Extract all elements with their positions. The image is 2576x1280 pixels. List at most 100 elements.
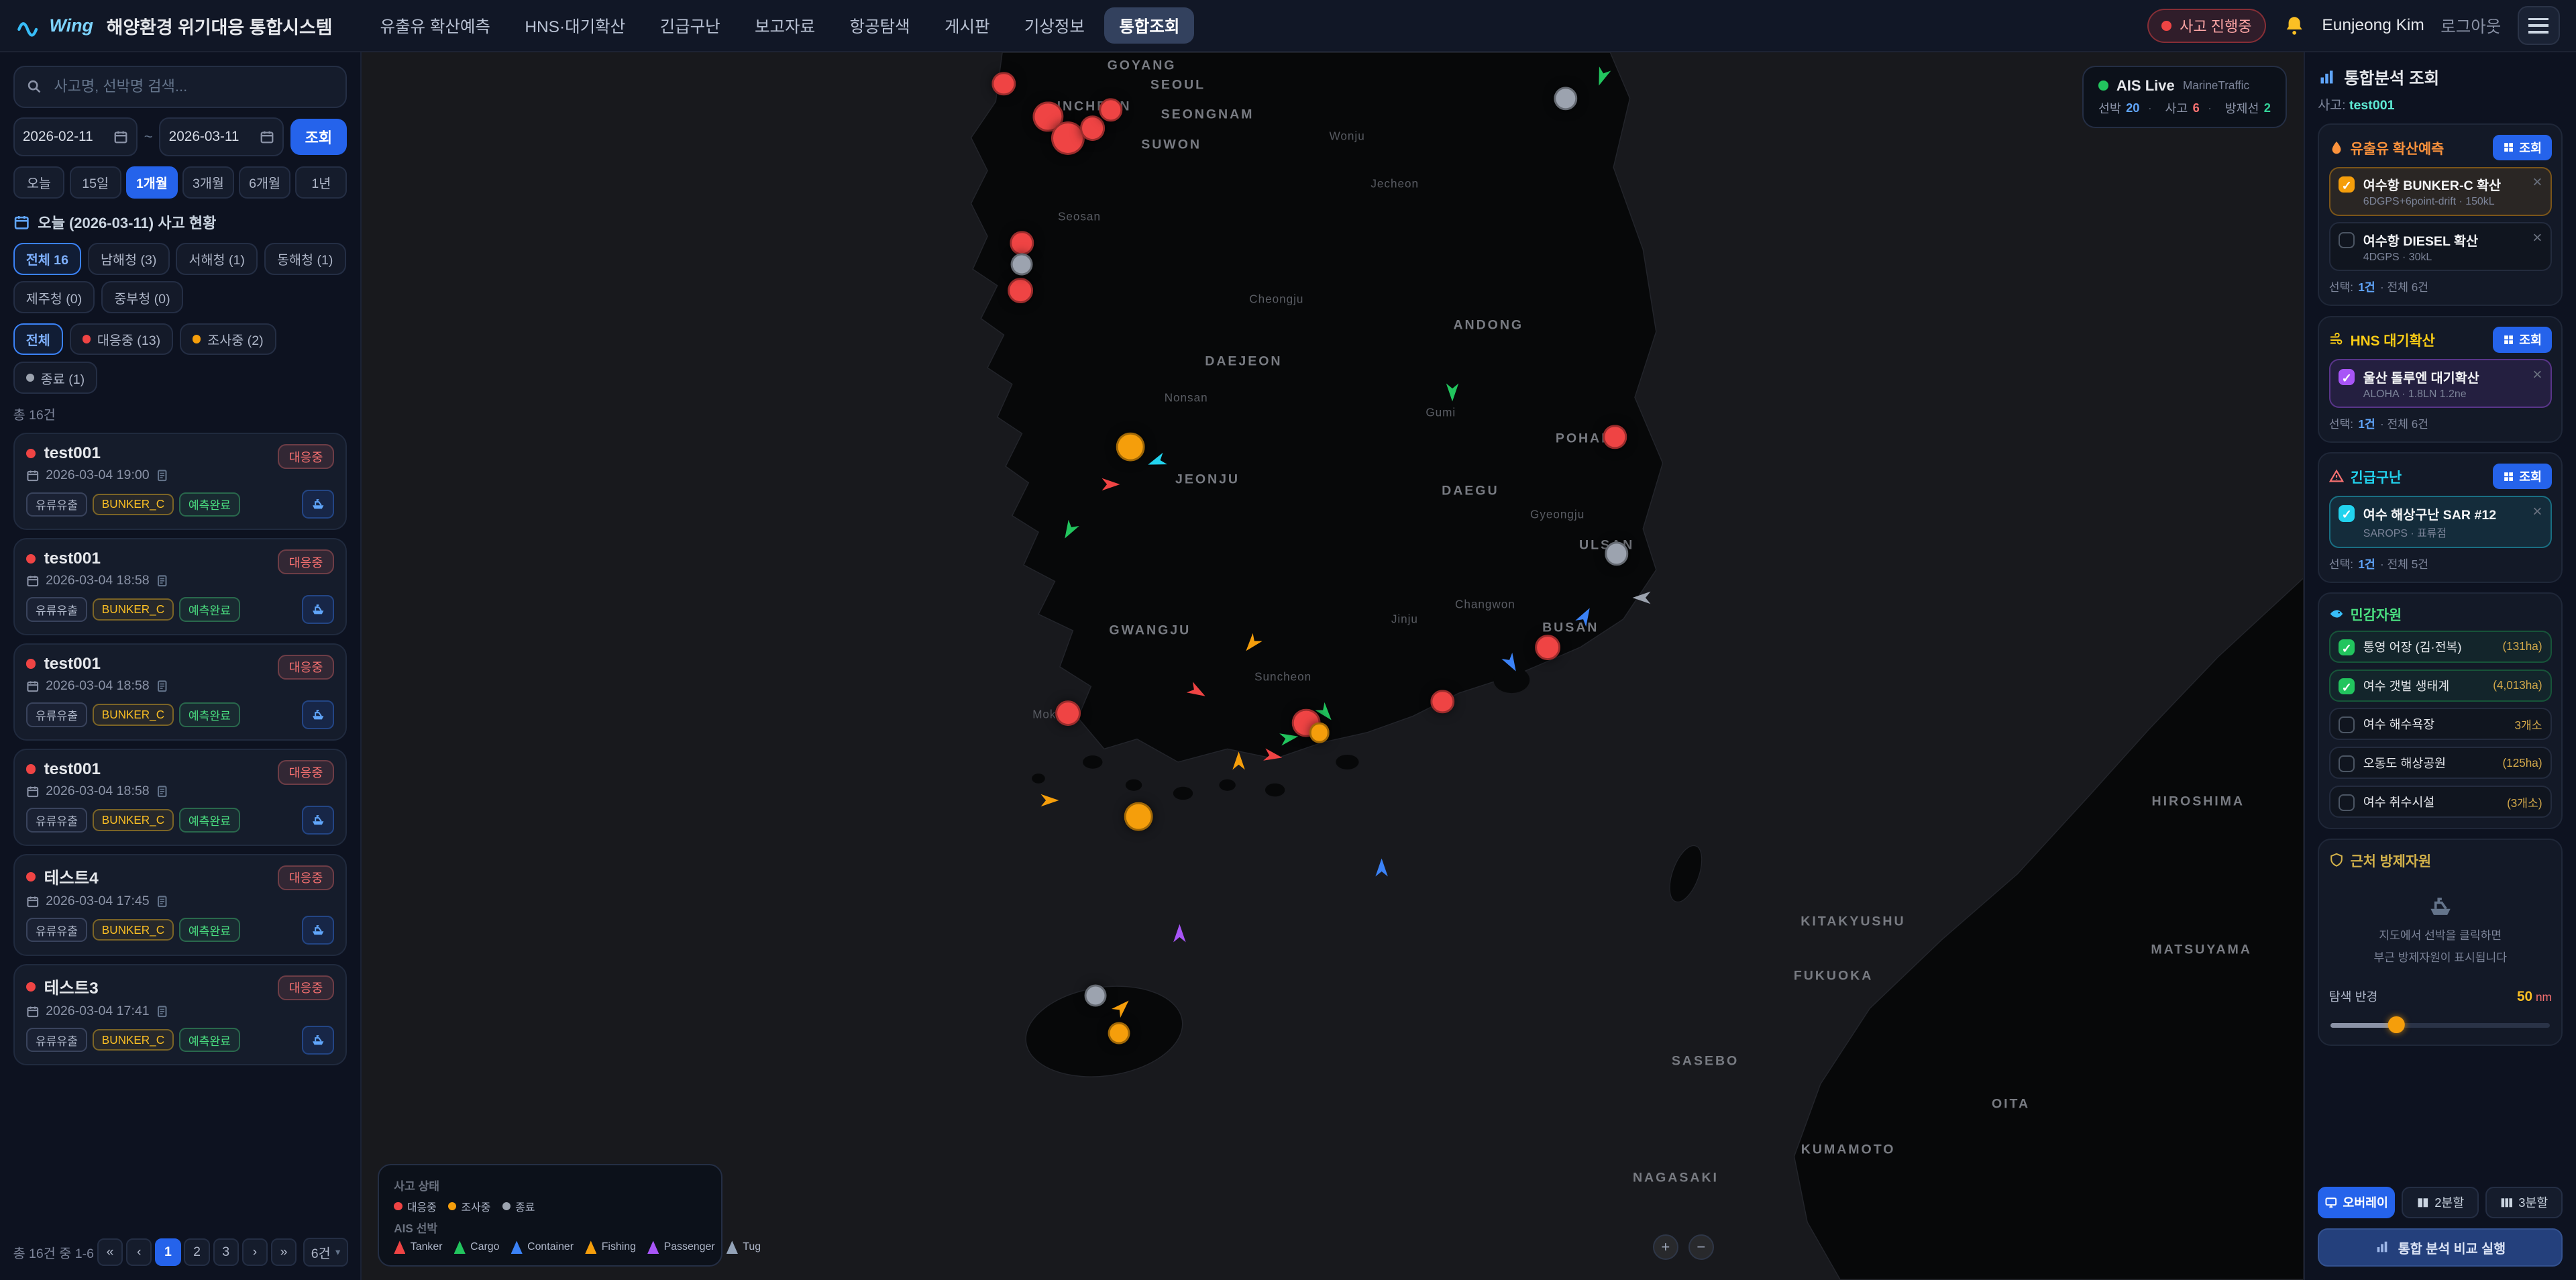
date-to-input[interactable]: 2026-03-11 [159, 117, 283, 156]
view-split2-button[interactable]: 2분할 [2402, 1187, 2479, 1218]
radius-slider[interactable] [2330, 1016, 2550, 1032]
next-page-button[interactable]: › [242, 1238, 268, 1266]
incident-card[interactable]: 대응중 test001 2026-03-04 18:58 [13, 643, 347, 741]
view-on-map-button[interactable] [302, 700, 334, 729]
region-chip[interactable]: 중부청 (0) [101, 281, 183, 313]
report-icon [156, 574, 169, 588]
incident-marker[interactable] [1116, 433, 1145, 462]
nav-item[interactable]: 통합조회 [1104, 7, 1194, 44]
quick-range-button[interactable]: 오늘 [13, 166, 65, 199]
quick-range-button[interactable]: 1년 [295, 166, 347, 199]
status-chip[interactable]: 조사중 (2) [180, 323, 276, 356]
status-chip[interactable]: 종료 (1) [13, 362, 98, 394]
nav-item[interactable]: 긴급구난 [645, 7, 735, 44]
nav-item[interactable]: 항공탐색 [835, 7, 924, 44]
bell-icon[interactable] [2283, 14, 2306, 37]
remove-scenario-button[interactable]: × [2532, 230, 2542, 246]
first-page-button[interactable]: « [97, 1238, 123, 1266]
incident-marker[interactable] [1124, 802, 1153, 831]
scenario-checkbox[interactable] [2339, 232, 2355, 248]
scenario-checkbox[interactable] [2339, 369, 2355, 385]
nav-item[interactable]: 유출유 확산예측 [365, 7, 504, 44]
page-number-button[interactable]: 3 [213, 1238, 239, 1266]
status-chip[interactable]: 전체 [13, 323, 63, 356]
page-number-button[interactable]: 1 [155, 1238, 180, 1266]
nav-item[interactable]: HNS·대기확산 [510, 7, 640, 44]
resource-checkbox[interactable] [2339, 755, 2355, 771]
incident-active-badge[interactable]: 사고 진행중 [2147, 9, 2267, 43]
resource-item[interactable]: 여수 취수시설 (3개소) [2329, 786, 2552, 818]
sar-query-button[interactable]: 조회 [2493, 464, 2552, 489]
resource-checkbox[interactable] [2339, 716, 2355, 733]
search-input[interactable] [50, 76, 334, 97]
incident-marker[interactable] [1055, 700, 1081, 726]
resource-checkbox[interactable] [2339, 639, 2355, 655]
nav-item[interactable]: 보고자료 [740, 7, 830, 44]
page-size-select[interactable]: 6건 ▾ [303, 1238, 348, 1267]
view-split3-button[interactable]: 3분할 [2485, 1187, 2563, 1218]
last-page-button[interactable]: » [271, 1238, 297, 1266]
oil-spill-query-button[interactable]: 조회 [2493, 135, 2552, 160]
logout-button[interactable]: 로그아웃 [2440, 14, 2501, 38]
hamburger-menu-button[interactable] [2518, 6, 2560, 45]
total-count-label: 총 16건 [13, 404, 347, 423]
incident-marker[interactable] [1085, 985, 1107, 1007]
resource-checkbox[interactable] [2339, 794, 2355, 810]
region-chip[interactable]: 서해청 (1) [176, 243, 258, 275]
region-chip[interactable]: 동해청 (1) [264, 243, 346, 275]
date-query-button[interactable]: 조회 [290, 119, 347, 155]
incident-marker[interactable] [1011, 254, 1033, 276]
resource-item[interactable]: 통영 어장 (김·전복) (131ha) [2329, 631, 2552, 663]
run-comparison-button[interactable]: 통합 분석 비교 실행 [2318, 1228, 2563, 1267]
scenario-item[interactable]: 울산 톨루엔 대기확산 ALOHA · 1.8LN 1.2ne × [2329, 359, 2552, 408]
incident-marker[interactable] [1080, 115, 1106, 141]
date-from-input[interactable]: 2026-02-11 [13, 117, 138, 156]
resource-item[interactable]: 여수 갯벌 생태계 (4,013ha) [2329, 670, 2552, 702]
view-on-map-button[interactable] [302, 1026, 334, 1055]
remove-scenario-button[interactable]: × [2532, 504, 2542, 520]
scenario-item[interactable]: 여수항 BUNKER-C 확산 6DGPS+6point-drift · 150… [2329, 167, 2552, 216]
map-canvas[interactable]: GOYANGSEOULINCHEONSEONGNAMSUWONWonjuJech… [362, 52, 2304, 1279]
prev-page-button[interactable]: ‹ [126, 1238, 152, 1266]
region-chip[interactable]: 남해청 (3) [88, 243, 170, 275]
incident-card[interactable]: 대응중 test001 2026-03-04 19:00 [13, 433, 347, 530]
incident-marker[interactable] [1008, 278, 1033, 304]
view-on-map-button[interactable] [302, 595, 334, 624]
resource-checkbox[interactable] [2339, 678, 2355, 694]
zoom-in-button[interactable]: + [1653, 1234, 1678, 1260]
view-on-map-button[interactable] [302, 490, 334, 519]
legend-incident-item: 조사중 [448, 1199, 490, 1214]
region-chip[interactable]: 제주청 (0) [13, 281, 95, 313]
scenario-item[interactable]: 여수 해상구난 SAR #12 SAROPS · 표류점 × [2329, 496, 2552, 548]
scenario-checkbox[interactable] [2339, 176, 2355, 193]
incident-card[interactable]: 대응중 test001 2026-03-04 18:58 [13, 538, 347, 635]
nav-item[interactable]: 기상정보 [1010, 7, 1099, 44]
page-number-button[interactable]: 2 [184, 1238, 209, 1266]
remove-scenario-button[interactable]: × [2532, 367, 2542, 383]
view-overlay-button[interactable]: 오버레이 [2318, 1187, 2395, 1218]
quick-range-button[interactable]: 6개월 [239, 166, 290, 199]
scenario-item[interactable]: 여수항 DIESEL 확산 4DGPS · 30kL × [2329, 222, 2552, 271]
view-on-map-button[interactable] [302, 806, 334, 835]
slider-fill [2330, 1023, 2396, 1028]
nav-item[interactable]: 게시판 [930, 7, 1005, 44]
incident-card[interactable]: 대응중 테스트3 2026-03-04 17:41 [13, 964, 347, 1066]
incident-marker[interactable] [1108, 1022, 1130, 1045]
quick-range-button[interactable]: 1개월 [126, 166, 178, 199]
quick-range-button[interactable]: 3개월 [182, 166, 234, 199]
region-chip[interactable]: 전체 16 [13, 243, 82, 275]
hns-query-button[interactable]: 조회 [2493, 327, 2552, 352]
status-chip[interactable]: 대응중 (13) [70, 323, 174, 356]
view-on-map-button[interactable] [302, 916, 334, 945]
scenario-checkbox[interactable] [2339, 505, 2355, 521]
resource-item[interactable]: 오동도 해상공원 (125ha) [2329, 747, 2552, 779]
resource-count: (4,013ha) [2493, 678, 2542, 692]
incident-card[interactable]: 대응중 테스트4 2026-03-04 17:45 [13, 854, 347, 956]
incident-card[interactable]: 대응중 test001 2026-03-04 18:58 [13, 749, 347, 846]
incident-marker[interactable] [1535, 635, 1560, 660]
slider-thumb[interactable] [2388, 1016, 2404, 1032]
zoom-out-button[interactable]: − [1688, 1234, 1714, 1260]
resource-item[interactable]: 여수 해수욕장 3개소 [2329, 708, 2552, 740]
remove-scenario-button[interactable]: × [2532, 174, 2542, 191]
quick-range-button[interactable]: 15일 [70, 166, 121, 199]
